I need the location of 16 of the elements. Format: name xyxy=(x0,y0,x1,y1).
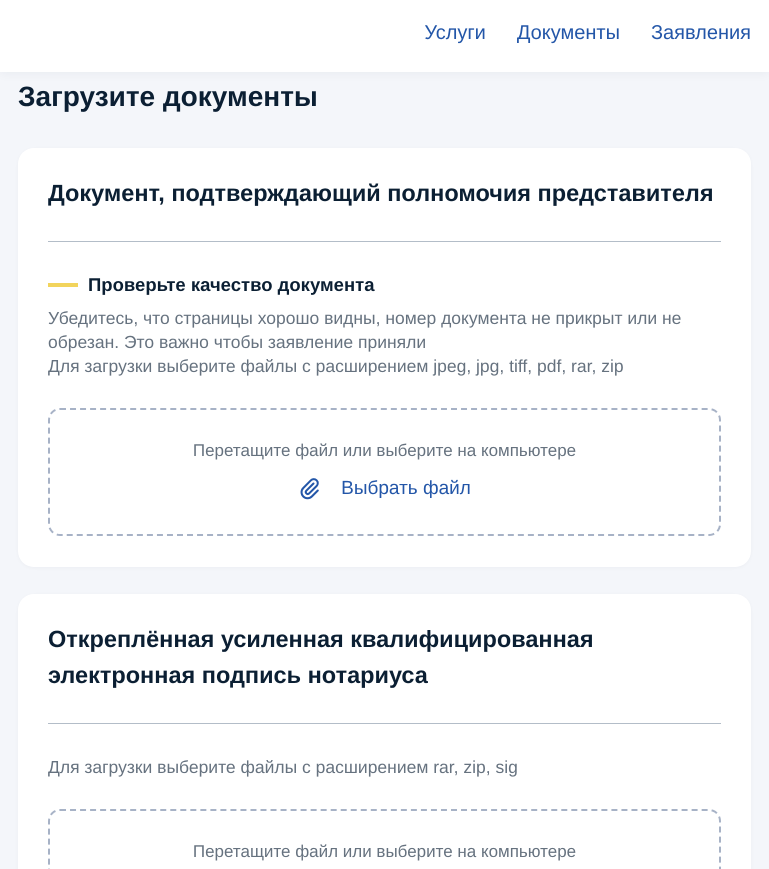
file-drop-zone[interactable]: Перетащите файл или выберите на компьютере xyxy=(48,809,721,869)
drop-hint: Перетащите файл или выберите на компьютере xyxy=(192,842,576,862)
section-title: Документ, подтверждающий полномочия представителя xyxy=(48,179,715,208)
formats-text: Для загрузки выберите файлы с расширением jpeg, jpg, tiff, pdf, rar, zip xyxy=(48,355,625,378)
choose-file-button[interactable]: Выбрать файл xyxy=(298,475,471,503)
page-title: Загрузите документы xyxy=(18,80,319,114)
nav-link[interactable]: Заявления xyxy=(650,20,751,46)
notice-marker-icon xyxy=(48,283,78,287)
file-drop-zone[interactable]: Перетащите файл или выберите на компьютере Выбрать файл xyxy=(48,408,721,536)
section-title: Откреплённая усиленная квалифицированная электронная подпись нотариуса xyxy=(48,625,595,690)
nav-link[interactable]: Услуги xyxy=(424,20,486,46)
notice-text: Убедитесь, что страницы хорошо видны, номер документа не прикрыт или не обрезан. Это важно чтобы заявление приняли xyxy=(48,307,682,354)
notice-heading: Проверьте качество документа xyxy=(88,273,374,297)
drop-hint: Перетащите файл или выберите на компьютере xyxy=(192,441,576,461)
formats-text: Для загрузки выберите файлы с расширением rar, zip, sig xyxy=(48,756,519,779)
nav-link[interactable]: Документы xyxy=(516,20,620,46)
